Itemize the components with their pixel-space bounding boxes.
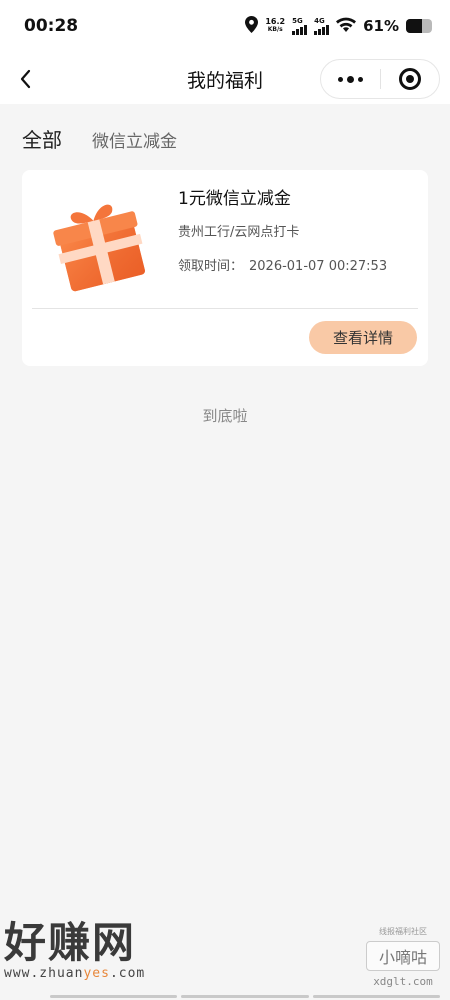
status-bar: 00:28 16.2 KB/s 5G 4G 61% [0, 0, 450, 56]
signal-bars-icon [314, 25, 330, 35]
claim-time-label: 领取时间： [178, 259, 244, 274]
watermark-tagline: 线报福利社区 [379, 927, 427, 936]
tab-all[interactable]: 全部 [22, 124, 62, 153]
signal-bars-icon [292, 25, 308, 35]
more-menu-button[interactable] [321, 60, 380, 98]
nav-bar: 我的福利 [0, 56, 450, 104]
signal-4g: 4G [314, 17, 330, 35]
watermark-title: 好赚网 [4, 918, 137, 967]
claim-time: 领取时间： 2026-01-07 00:27:53 [178, 255, 387, 274]
gift-box-icon [53, 204, 145, 292]
net-speed-unit: KB/s [267, 26, 283, 33]
battery-fill [406, 19, 422, 33]
status-time: 00:28 [24, 16, 79, 36]
watermark-url: www.zhuanyes.com [4, 966, 145, 981]
filter-tabs: 全部 微信立减金 [22, 124, 177, 153]
signal-4g-label: 4G [314, 17, 325, 25]
mini-program-capsule [320, 59, 440, 99]
net-speed-value: 16.2 [265, 17, 286, 26]
watermark-url-prefix: www.zhuan [4, 966, 84, 981]
watermark-right: 线报福利社区 小嘀咕 xdglt.com [366, 926, 440, 988]
card-divider [32, 308, 418, 309]
target-circle-icon [398, 68, 421, 90]
status-indicators: 16.2 KB/s 5G 4G 61% [245, 14, 432, 38]
network-speed: 16.2 KB/s [265, 18, 285, 34]
wifi-icon [336, 17, 357, 36]
battery-icon [406, 19, 432, 33]
more-dots-icon [337, 75, 363, 83]
close-mini-program-button[interactable] [381, 60, 440, 98]
battery-percent: 61% [363, 17, 399, 35]
watermark-left: 好赚网 www.zhuanyes.com [4, 918, 145, 982]
watermark-url-highlight: yes [83, 966, 110, 981]
view-details-button[interactable]: 查看详情 [309, 321, 417, 354]
benefit-source: 贵州工行/云网点打卡 [178, 225, 300, 240]
claim-time-value: 2026-01-07 00:27:53 [249, 259, 388, 274]
signal-5g-label: 5G [292, 17, 303, 25]
watermark-site: xdglt.com [373, 975, 433, 988]
benefit-title: 1元微信立减金 [178, 189, 291, 209]
watermark-url-suffix: .com [109, 966, 146, 981]
tab-wechat-discount[interactable]: 微信立减金 [92, 127, 177, 152]
home-indicator [50, 995, 440, 998]
benefit-card: 1元微信立减金 贵州工行/云网点打卡 领取时间： 2026-01-07 00:27… [22, 170, 428, 366]
watermark-name: 小嘀咕 [366, 941, 440, 971]
end-of-list-text: 到底啦 [202, 407, 248, 425]
signal-5g: 5G [292, 17, 308, 35]
location-icon [245, 15, 259, 37]
